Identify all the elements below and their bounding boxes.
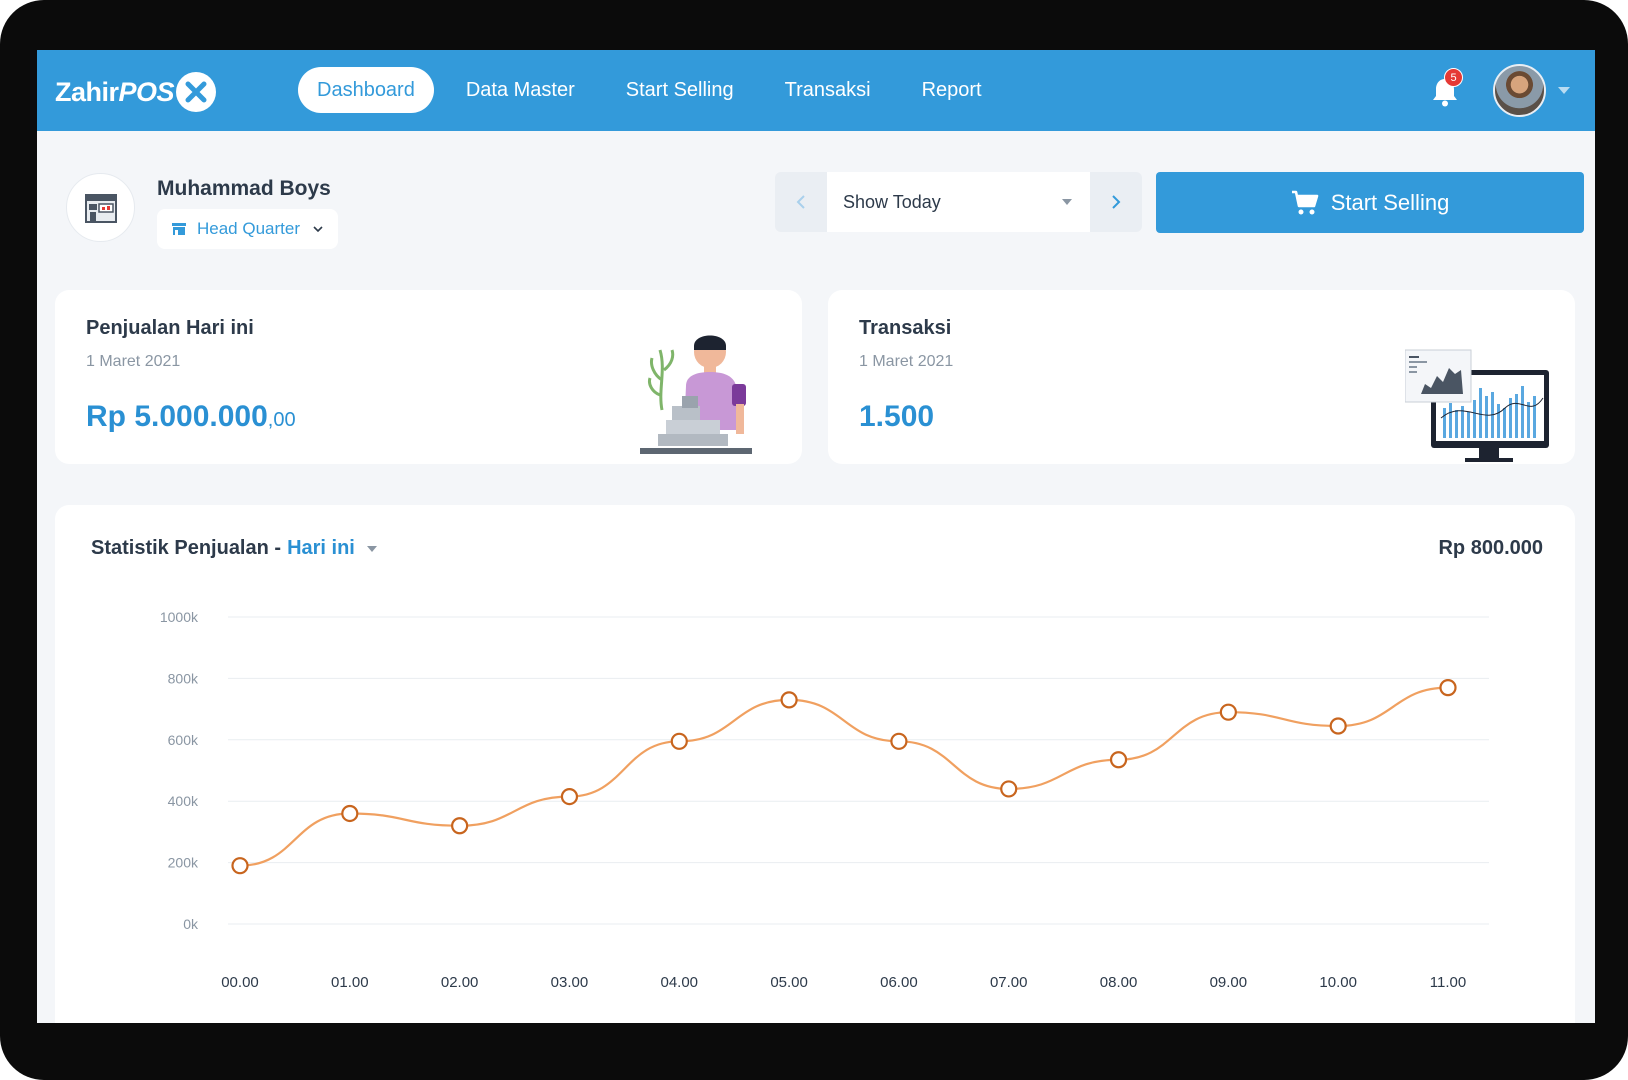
sales-amount: Rp 5.000.000 [86,400,268,433]
x-tick-label: 04.00 [660,974,698,991]
device-frame: Zahir POS Dashboard Data Master Start Sel… [0,0,1628,1080]
sales-amount-decimal: ,00 [267,409,296,431]
notification-badge: 5 [1444,68,1463,87]
date-navigator: Show Today [775,172,1142,232]
app-screen: Zahir POS Dashboard Data Master Start Sel… [37,50,1595,1023]
data-point [1000,780,1018,798]
x-tick-label: 10.00 [1319,974,1357,991]
main-nav: Dashboard Data Master Start Selling Tran… [298,67,1014,113]
x-tick-label: 01.00 [331,974,369,991]
nav-start-selling[interactable]: Start Selling [607,67,753,113]
y-tick-label: 0k [183,916,199,932]
nav-transaksi[interactable]: Transaksi [766,67,890,113]
chevron-down-icon [313,226,323,233]
logo-x-icon [176,72,217,112]
data-point [231,857,249,875]
sales-card-date: 1 Maret 2021 [86,353,181,370]
data-point [560,787,579,806]
data-point [451,817,469,835]
data-point [1109,751,1128,769]
cashier-illustration [640,335,752,454]
nav-dashboard[interactable]: Dashboard [298,67,434,113]
y-tick-label: 1000k [160,609,199,625]
transactions-card-value: 1.500 [859,400,935,433]
data-point [890,732,908,750]
y-tick-label: 400k [168,793,199,809]
sales-line-chart: 0k 200k 400k 600k 800k 1000k 00.00 01.00 02.00 03… [160,609,1489,991]
data-point [1329,717,1347,735]
transactions-card-date: 1 Maret 2021 [859,353,954,370]
caret-down-icon[interactable] [366,545,377,552]
x-tick-label: 07.00 [990,974,1028,991]
x-tick-label: 00.00 [221,974,259,991]
sales-card-value: Rp 5.000.000,00 [86,400,296,434]
y-tick-label: 800k [168,670,199,686]
date-range-value: Show Today [843,191,941,212]
user-menu-caret-icon[interactable] [1558,87,1570,94]
cart-icon [1291,190,1318,214]
caret-down-icon [1062,199,1072,205]
transactions-card-title: Transaksi [859,317,952,339]
chevron-left-icon [796,195,805,209]
date-range-select[interactable]: Show Today [827,172,1090,232]
app-logo[interactable]: Zahir POS [55,72,217,112]
x-tick-label: 08.00 [1100,974,1138,991]
chart-total-amount: Rp 800.000 [1438,537,1543,559]
logo-text: Zahir [55,76,119,107]
date-next-button[interactable] [1090,172,1142,232]
branch-selector[interactable]: Head Quarter [157,209,338,249]
x-tick-label: 02.00 [441,974,479,991]
nav-data-master[interactable]: Data Master [447,67,594,113]
start-selling-label: Start Selling [1330,189,1450,215]
chevron-right-icon [1112,195,1121,209]
data-point [1439,679,1457,697]
y-tick-label: 600k [168,732,199,748]
user-avatar[interactable] [1493,64,1546,117]
x-tick-label: 03.00 [551,974,589,991]
date-prev-button[interactable] [775,172,827,232]
store-icon [66,173,135,242]
transactions-card: Transaksi 1 Maret 2021 1.500 [828,290,1575,464]
x-tick-label: 11.00 [1430,974,1466,991]
chart-title: Statistik Penjualan - Hari ini [91,537,377,560]
y-tick-label: 200k [168,855,199,871]
sales-card-title: Penjualan Hari ini [86,317,254,339]
series-line [239,686,1449,867]
branch-label: Head Quarter [197,219,300,238]
data-point [780,691,798,709]
store-name: Muhammad Boys [157,177,331,200]
x-tick-label: 06.00 [880,974,918,991]
top-navbar: Zahir POS Dashboard Data Master Start Sel… [37,50,1595,131]
chart-title-text: Statistik Penjualan - [91,537,282,559]
analytics-monitor-illustration [1405,349,1549,462]
sales-today-card: Penjualan Hari ini 1 Maret 2021 Rp 5.000… [55,290,802,464]
sales-statistics-card: 0k 200k 400k 600k 800k 1000k 00.00 01.00 02.00 03… [55,505,1575,1023]
x-tick-label: 05.00 [770,974,808,991]
data-point [341,804,359,823]
x-tick-label: 09.00 [1210,974,1248,991]
branch-store-icon [172,223,186,235]
chart-period-select[interactable]: Hari ini [287,537,355,560]
data-point [670,732,688,750]
start-selling-button[interactable]: Start Selling [1156,172,1584,233]
logo-pos: POS [118,76,175,107]
data-point [1219,703,1237,721]
nav-report[interactable]: Report [903,67,1001,113]
